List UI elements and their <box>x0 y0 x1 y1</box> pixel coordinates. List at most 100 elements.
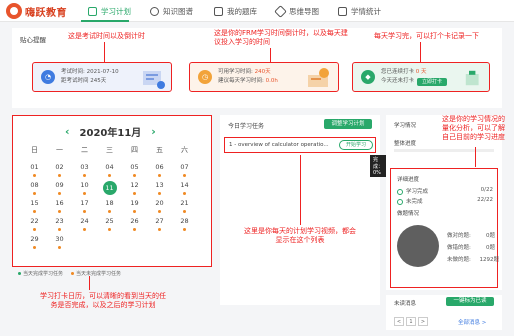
bell-icon: ◔ <box>41 70 55 84</box>
legend-undone-label: 当天未完成学习任务 <box>76 271 122 277</box>
day-number: 12 <box>130 181 139 189</box>
logo-text: 嗨跃教育 <box>25 7 67 19</box>
checkin-button[interactable]: 立即打卡 <box>417 77 448 86</box>
empty-day <box>122 235 147 250</box>
nav-study-stats[interactable]: 学情统计 <box>338 4 381 18</box>
undone-dot-icon <box>82 192 86 195</box>
active-tab-indicator <box>81 20 129 22</box>
calendar-day[interactable]: 16 <box>47 199 72 214</box>
calendar-day[interactable]: 19 <box>122 199 147 214</box>
pager-prev-button[interactable]: < <box>394 317 404 326</box>
calendar-day[interactable]: 05 <box>122 163 147 178</box>
annotation-arrow <box>475 147 477 167</box>
calendar-day[interactable]: 13 <box>147 181 172 196</box>
start-study-button[interactable]: 开始学习 <box>339 140 373 150</box>
calendar-day[interactable]: 15 <box>22 199 47 214</box>
day-number: 09 <box>55 181 64 189</box>
calendar-day[interactable]: 10 <box>72 181 97 196</box>
calendar-day[interactable]: 09 <box>47 181 72 196</box>
calendar-day[interactable]: 04 <box>97 163 122 178</box>
calendar-day[interactable]: 18 <box>97 199 122 214</box>
calendar-day[interactable]: 29 <box>22 235 47 250</box>
calendar-day[interactable]: 02 <box>47 163 72 178</box>
done-value: 0/22 <box>480 187 493 193</box>
calendar-day[interactable]: 08 <box>22 181 47 196</box>
exam-date-label: 考试时间: <box>61 69 85 75</box>
study-illustration <box>308 68 329 87</box>
suggest-value: 0.0h <box>265 78 278 84</box>
undone-dot-icon <box>132 192 136 195</box>
calendar-grid: 日 一 二 三 四 五 六 01 02 03 04 05 06 07 08 09 10 11 12 13 14 15 16 1… <box>22 145 197 250</box>
brand-logo[interactable]: 嗨跃教育 <box>6 3 67 19</box>
pager-next-button[interactable]: > <box>418 317 428 326</box>
undone-dot-icon <box>32 228 36 231</box>
day-number: 16 <box>55 199 64 207</box>
messages-title: 未读消息 <box>394 301 417 307</box>
adjust-plan-button[interactable]: 调整学习计划 <box>324 119 372 129</box>
calendar-day[interactable]: 22 <box>22 217 47 232</box>
calendar-day[interactable]: 03 <box>72 163 97 178</box>
calendar-legend: 当天完成学习任务 当天未完成学习任务 <box>18 270 121 277</box>
pager-page-button[interactable]: 1 <box>406 317 416 326</box>
calendar-day[interactable]: 25 <box>97 217 122 232</box>
messages-panel: 未读消息 一键标为已读 < 1 > 全部消息 > <box>386 295 502 330</box>
countdown-label: 距考试时间 <box>61 78 89 84</box>
calendar-day[interactable]: 24 <box>72 217 97 232</box>
calendar-day[interactable]: 30 <box>47 235 72 250</box>
undone-dot-icon <box>157 174 161 177</box>
annotation-checkin: 每天学习完，可以打个卡记录一下 <box>374 32 479 40</box>
undone-dot-icon <box>57 210 61 213</box>
streak-label: 您已连续打卡 <box>381 69 415 75</box>
undone-dot-icon <box>57 246 61 249</box>
undone-dot-icon <box>182 174 186 177</box>
practice-title: 做题情况 <box>397 211 420 217</box>
nav-mind-map[interactable]: 思维导图 <box>274 4 319 18</box>
day-number: 03 <box>80 163 89 171</box>
calendar-day[interactable]: 28 <box>172 217 197 232</box>
undone-dot-icon <box>32 174 36 177</box>
annotation-arrow <box>89 276 91 290</box>
calendar-day[interactable]: 23 <box>47 217 72 232</box>
practice-label: 做对的题: <box>447 233 471 239</box>
day-number: 02 <box>55 163 64 171</box>
calendar-day[interactable]: 20 <box>147 199 172 214</box>
practice-row: 做对的题: 0题 <box>447 231 495 239</box>
graph-icon <box>150 6 159 16</box>
calendar-day[interactable]: 11 <box>97 181 122 196</box>
nav-question-bank[interactable]: 我的题库 <box>214 4 257 18</box>
reminder-panel: 贴心提醒 ◔ 考试时间: 2021-07-10 距考试时间 245天 ◷ 可用学… <box>12 28 502 108</box>
annotation-arrow <box>300 155 302 225</box>
calendar-day[interactable]: 21 <box>172 199 197 214</box>
done-row: 学习完成 0/22 <box>397 187 493 195</box>
calendar-day[interactable]: 12 <box>122 181 147 196</box>
calendar-day[interactable]: 01 <box>22 163 47 178</box>
calendar-day[interactable]: 27 <box>147 217 172 232</box>
calendar-day[interactable]: 06 <box>147 163 172 178</box>
empty-day <box>147 235 172 250</box>
book-icon <box>214 6 223 16</box>
day-number: 23 <box>55 217 64 225</box>
mark-all-read-button[interactable]: 一键标为已读 <box>446 297 494 306</box>
day-number: 13 <box>155 181 164 189</box>
detail-stats: 详细进度 学习完成 0/22 未完成 22/22 做题情况 做对的题: 0题 做错… <box>390 168 499 288</box>
weekday-label: 六 <box>181 146 188 154</box>
all-messages-link[interactable]: 全部消息 > <box>458 318 486 326</box>
available-value: 240天 <box>254 69 271 75</box>
annotation-tasks: 这里是你每天的计划学习视频，都会显示在这个列表 <box>244 227 356 244</box>
calendar-day[interactable]: 07 <box>172 163 197 178</box>
day-number: 08 <box>30 181 39 189</box>
calendar-day[interactable]: 17 <box>72 199 97 214</box>
nav-label: 学习计划 <box>101 6 131 16</box>
nav-knowledge-graph[interactable]: 知识图谱 <box>150 4 193 18</box>
logo-icon <box>6 3 22 19</box>
nav-study-plan[interactable]: 学习计划 <box>88 4 131 18</box>
task-item-label[interactable]: 1 - overview of calculator operatio... <box>229 142 329 148</box>
calendar-day[interactable]: 26 <box>122 217 147 232</box>
progress-tooltip: 完成：0% <box>370 155 386 177</box>
next-month-icon[interactable]: › <box>151 125 156 138</box>
weekday-label: 三 <box>106 146 113 154</box>
day-number: 18 <box>105 199 114 207</box>
prev-month-icon[interactable]: ‹ <box>65 125 70 138</box>
overall-progress-bar <box>394 149 494 152</box>
calendar-day[interactable]: 14 <box>172 181 197 196</box>
